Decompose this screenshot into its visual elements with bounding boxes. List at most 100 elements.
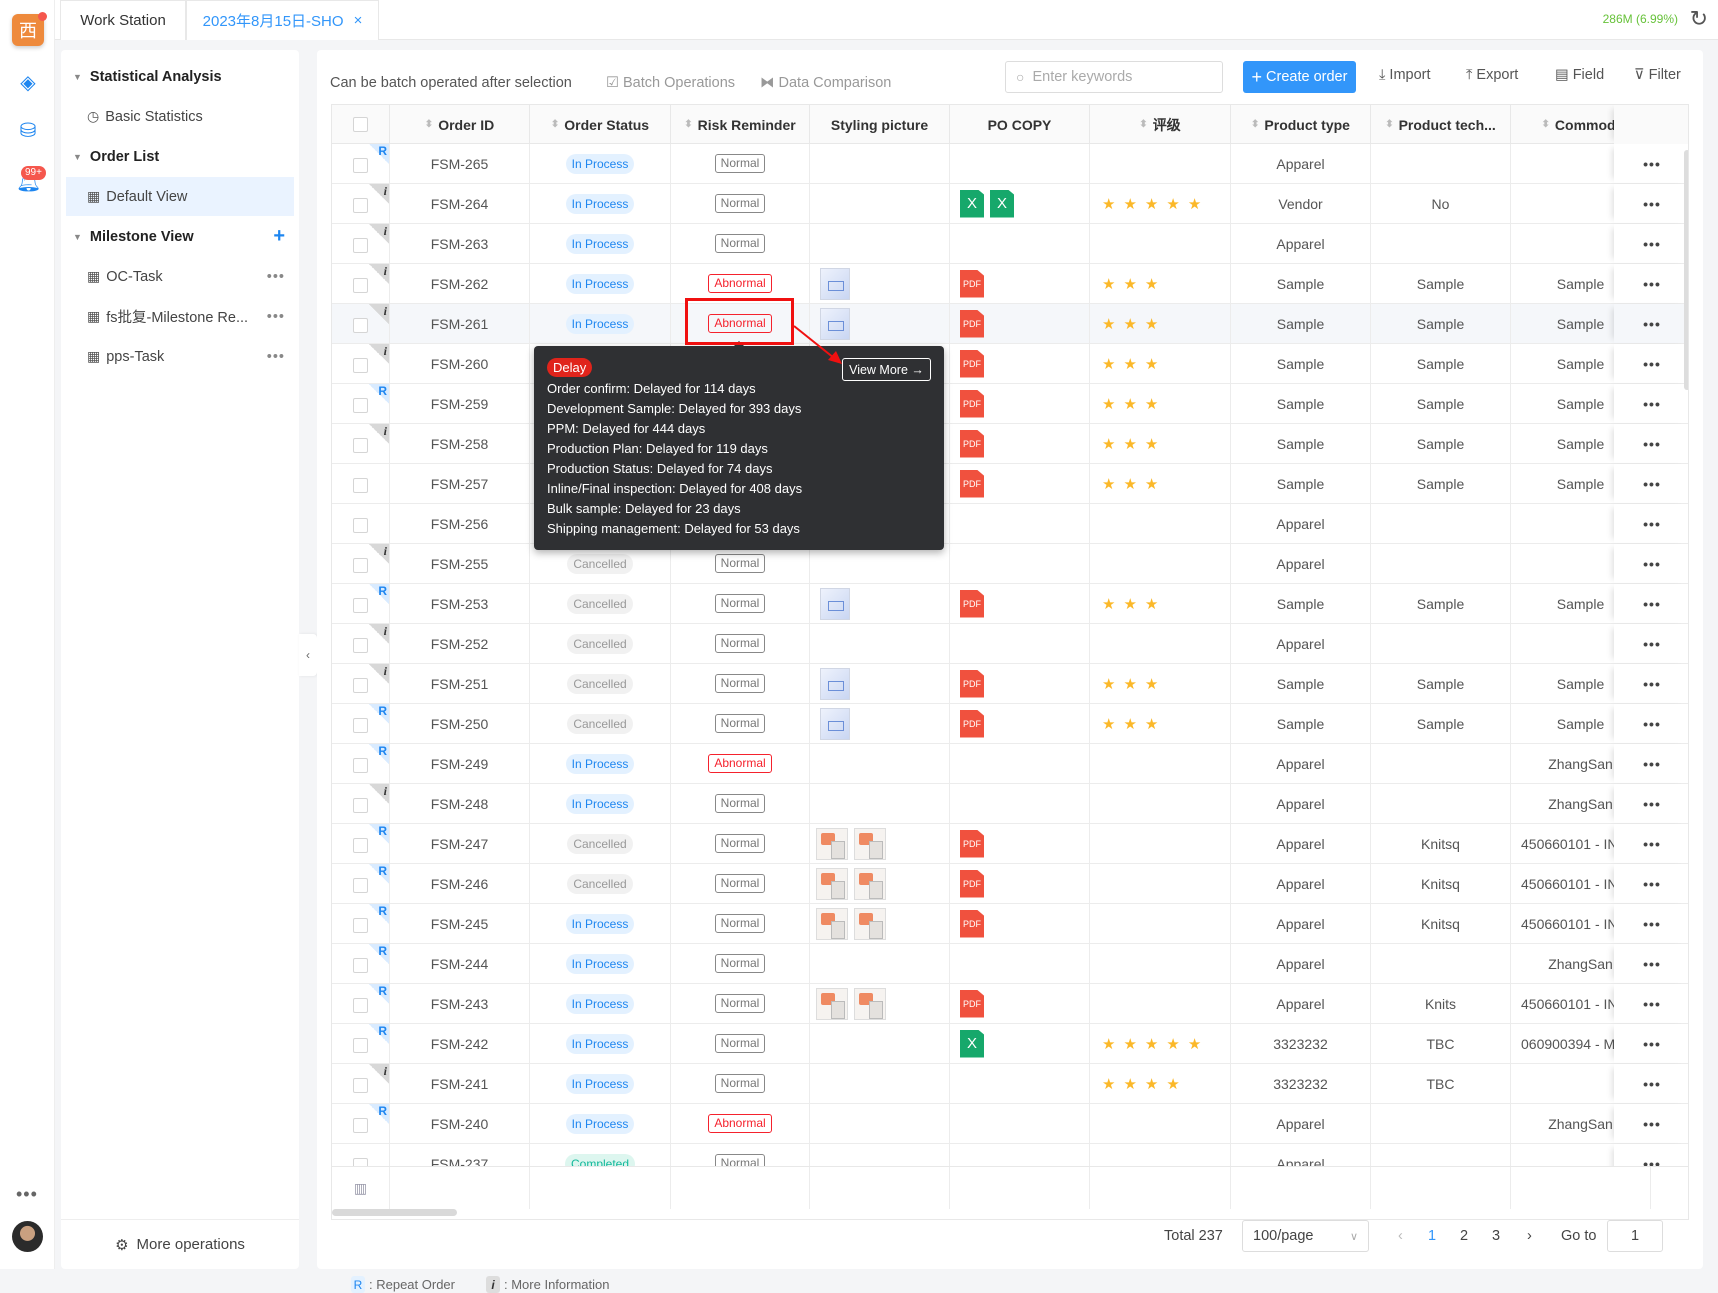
sidebar-item-pps-task[interactable]: ▦ pps-Task •••: [61, 337, 299, 376]
column-header[interactable]: ⬍ 评级: [1090, 105, 1231, 144]
row-actions-button[interactable]: •••: [1614, 424, 1688, 463]
styling-thumbnail[interactable]: [816, 867, 848, 900]
order-id-cell[interactable]: FSM-253: [390, 584, 530, 623]
order-id[interactable]: FSM-261: [431, 316, 489, 332]
table-row[interactable]: R FSM-242 In Process Normal X ★ ★ ★ ★ ★ 3323232 TBC…: [332, 1024, 1688, 1064]
row-checkbox[interactable]: [353, 318, 368, 333]
sort-icon[interactable]: ⬍: [1385, 119, 1393, 130]
order-id[interactable]: FSM-250: [431, 716, 489, 732]
styling-thumbnail[interactable]: [854, 987, 886, 1020]
table-row[interactable]: R FSM-243 In Process Normal PDF Apparel Knits 4…: [332, 984, 1688, 1024]
order-id[interactable]: FSM-262: [431, 276, 489, 292]
more-info-icon[interactable]: i: [369, 264, 389, 284]
order-id[interactable]: FSM-259: [431, 396, 489, 412]
more-info-icon[interactable]: i: [369, 784, 389, 804]
order-id[interactable]: FSM-256: [431, 516, 489, 532]
sidebar-group-order-list[interactable]: ▼ Order List: [61, 137, 299, 176]
column-header[interactable]: ⬍ Order ID: [390, 105, 530, 144]
order-id[interactable]: FSM-255: [431, 556, 489, 572]
row-actions-button[interactable]: •••: [1614, 864, 1688, 903]
order-id-cell[interactable]: FSM-262: [390, 264, 530, 303]
pdf-file-icon[interactable]: PDF: [960, 309, 984, 338]
row-checkbox[interactable]: [353, 958, 368, 973]
more-info-icon[interactable]: i: [369, 304, 389, 324]
order-id-cell[interactable]: FSM-259: [390, 384, 530, 423]
row-checkbox[interactable]: [353, 838, 368, 853]
order-id[interactable]: FSM-257: [431, 476, 489, 492]
table-row[interactable]: i FSM-255 Cancelled Normal Apparel •••: [332, 544, 1688, 584]
more-operations-button[interactable]: ⚙ More operations: [61, 1219, 299, 1269]
order-id[interactable]: FSM-265: [431, 156, 489, 172]
pdf-file-icon[interactable]: PDF: [960, 829, 984, 858]
row-checkbox[interactable]: [353, 158, 368, 173]
prev-page-button[interactable]: ‹: [1398, 1228, 1403, 1244]
sidebar-group-milestone[interactable]: ▼ Milestone View +: [61, 217, 299, 256]
order-id-cell[interactable]: FSM-242: [390, 1024, 530, 1063]
order-id-cell[interactable]: FSM-263: [390, 224, 530, 263]
table-row[interactable]: i FSM-264 In Process Normal X X ★ ★ ★ ★ ★ Vendor No •…: [332, 184, 1688, 224]
order-id[interactable]: FSM-247: [431, 836, 489, 852]
table-row[interactable]: R FSM-246 Cancelled Normal PDF Apparel Knitsq 4…: [332, 864, 1688, 904]
risk-badge[interactable]: Abnormal: [708, 274, 772, 293]
order-id[interactable]: FSM-251: [431, 676, 489, 692]
row-actions-button[interactable]: •••: [1614, 1024, 1688, 1063]
row-checkbox[interactable]: [353, 998, 368, 1013]
table-row[interactable]: i FSM-248 In Process Normal Apparel ZhangSan •…: [332, 784, 1688, 824]
sort-icon[interactable]: ⬍: [425, 119, 433, 130]
row-checkbox[interactable]: [353, 918, 368, 933]
table-row[interactable]: R FSM-250 Cancelled Normal PDF ★ ★ ★ Sample Sampl…: [332, 704, 1688, 744]
order-id-cell[interactable]: FSM-252: [390, 624, 530, 663]
excel-file-icon[interactable]: X: [960, 189, 984, 218]
pdf-file-icon[interactable]: PDF: [960, 589, 984, 618]
sidebar-group-statistical[interactable]: ▼ Statistical Analysis: [61, 57, 299, 96]
batch-operations-button[interactable]: ☑ Batch Operations: [606, 67, 735, 99]
more-info-icon[interactable]: i: [369, 344, 389, 364]
excel-file-icon[interactable]: X: [990, 189, 1014, 218]
field-button[interactable]: ▤ Field: [1555, 67, 1604, 83]
export-button[interactable]: ⤒ Export: [1466, 67, 1518, 83]
more-icon[interactable]: •••: [267, 349, 285, 365]
row-actions-button[interactable]: •••: [1614, 504, 1688, 543]
tab-order-view[interactable]: 2023年8月15日-SHO ×: [186, 0, 379, 40]
table-row[interactable]: R FSM-240 In Process Abnormal Apparel ZhangSa…: [332, 1104, 1688, 1144]
sort-icon[interactable]: ⬍: [1139, 119, 1147, 130]
column-header[interactable]: ⬍ Risk Reminder: [671, 105, 810, 144]
tab-work-station[interactable]: Work Station: [60, 0, 186, 40]
styling-thumbnail[interactable]: [854, 907, 886, 940]
row-checkbox[interactable]: [353, 238, 368, 253]
table-row[interactable]: R FSM-244 In Process Normal Apparel ZhangSan •…: [332, 944, 1688, 984]
row-checkbox[interactable]: [353, 878, 368, 893]
collapse-sidebar-button[interactable]: ‹: [299, 634, 317, 676]
risk-badge[interactable]: Abnormal: [708, 754, 772, 773]
row-checkbox[interactable]: [353, 1118, 368, 1133]
row-checkbox[interactable]: [353, 278, 368, 293]
more-icon[interactable]: •••: [16, 1184, 38, 1205]
add-view-icon[interactable]: +: [273, 225, 285, 248]
row-actions-button[interactable]: •••: [1614, 264, 1688, 303]
row-actions-button[interactable]: •••: [1614, 664, 1688, 703]
row-checkbox[interactable]: [353, 398, 368, 413]
more-info-icon[interactable]: i: [369, 624, 389, 644]
row-actions-button[interactable]: •••: [1614, 344, 1688, 383]
page-1[interactable]: 1: [1428, 1228, 1436, 1244]
order-id[interactable]: FSM-237: [431, 1156, 489, 1167]
order-id-cell[interactable]: FSM-248: [390, 784, 530, 823]
row-actions-button[interactable]: •••: [1614, 544, 1688, 583]
row-checkbox[interactable]: [353, 1158, 368, 1166]
row-actions-button[interactable]: •••: [1614, 224, 1688, 263]
row-actions-button[interactable]: •••: [1614, 704, 1688, 743]
row-checkbox[interactable]: [353, 638, 368, 653]
order-id-cell[interactable]: FSM-257: [390, 464, 530, 503]
row-checkbox[interactable]: [353, 1078, 368, 1093]
row-actions-button[interactable]: •••: [1614, 464, 1688, 503]
order-id-cell[interactable]: FSM-260: [390, 344, 530, 383]
filter-button[interactable]: ⊽ Filter: [1634, 67, 1681, 83]
excel-file-icon[interactable]: X: [960, 1029, 984, 1058]
row-actions-button[interactable]: •••: [1614, 184, 1688, 223]
order-id-cell[interactable]: FSM-265: [390, 144, 530, 183]
column-header[interactable]: ⬍ Product type: [1231, 105, 1371, 144]
row-actions-button[interactable]: •••: [1614, 984, 1688, 1023]
order-id[interactable]: FSM-252: [431, 636, 489, 652]
vertical-scrollbar[interactable]: [1684, 150, 1688, 390]
order-id-cell[interactable]: FSM-245: [390, 904, 530, 943]
